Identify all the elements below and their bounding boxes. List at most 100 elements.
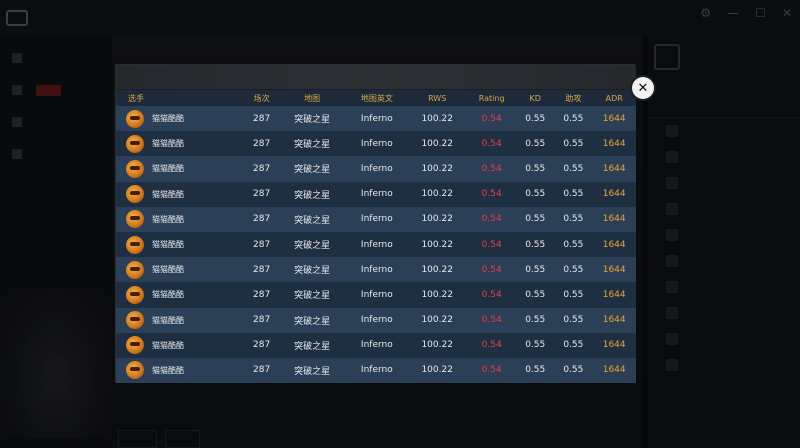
cell-map-en: Inferno: [346, 357, 408, 384]
cell-adr: 1644: [592, 307, 636, 333]
cell-player[interactable]: 猫猫酷酷: [116, 332, 246, 358]
cell-matches: 287: [245, 231, 278, 258]
col-header-player[interactable]: 选手: [116, 90, 246, 106]
cell-player[interactable]: 猫猫酷酷: [116, 282, 246, 308]
col-header-map[interactable]: 地图: [277, 90, 347, 106]
cell-rating: 0.54: [467, 131, 517, 157]
cell-adr: 1644: [592, 156, 636, 182]
table-row[interactable]: 猫猫酷酷 287 突破之星 Inferno 100.22 0.54 0.55 0.55 1644: [116, 307, 636, 333]
table-header-row: 选手 场次 地图 地图英文 RWS Rating KD 助攻 ADR: [116, 90, 636, 106]
cell-kd: 0.55: [516, 106, 555, 132]
table-row[interactable]: 猫猫酷酷 287 突破之星 Inferno 100.22 0.54 0.55 0.55 1644: [116, 206, 636, 232]
cell-player[interactable]: 猫猫酷酷: [116, 206, 246, 232]
table-row[interactable]: 猫猫酷酷 287 突破之星 Inferno 100.22 0.54 0.55 0.55 1644: [116, 257, 636, 283]
cell-rws: 100.22: [407, 206, 468, 232]
table-row[interactable]: 猫猫酷酷 287 突破之星 Inferno 100.22 0.54 0.55 0.55 1644: [116, 231, 636, 258]
table-row[interactable]: 猫猫酷酷 287 突破之星 Inferno 100.22 0.54 0.55 0.55 1644: [116, 106, 636, 132]
cell-map: 突破之星: [277, 106, 347, 132]
cell-player[interactable]: 猫猫酷酷: [116, 307, 246, 333]
col-header-assist[interactable]: 助攻: [554, 90, 593, 106]
cell-rws: 100.22: [407, 231, 468, 258]
player-name[interactable]: 猫猫酷酷: [152, 289, 184, 300]
col-header-rating[interactable]: Rating: [467, 90, 517, 106]
col-header-kd[interactable]: KD: [516, 90, 555, 106]
player-name[interactable]: 猫猫酷酷: [152, 138, 184, 149]
cell-matches: 287: [245, 307, 278, 333]
player-name[interactable]: 猫猫酷酷: [152, 239, 184, 250]
cell-map: 突破之星: [277, 181, 347, 207]
cell-rws: 100.22: [407, 131, 468, 157]
cell-assist: 0.55: [554, 357, 593, 384]
cell-kd: 0.55: [516, 181, 555, 207]
cell-rating: 0.54: [467, 231, 517, 258]
cell-player[interactable]: 猫猫酷酷: [116, 257, 246, 283]
stats-modal: 选手 场次 地图 地图英文 RWS Rating KD 助攻 ADR 猫猫酷酷 2…: [115, 64, 636, 384]
player-avatar-icon[interactable]: [126, 260, 144, 279]
cell-assist: 0.55: [554, 131, 593, 157]
cell-rating: 0.54: [467, 181, 517, 207]
player-avatar-icon[interactable]: [126, 185, 144, 204]
table-row[interactable]: 猫猫酷酷 287 突破之星 Inferno 100.22 0.54 0.55 0.55 1644: [116, 131, 636, 157]
cell-player[interactable]: 猫猫酷酷: [116, 231, 246, 258]
player-name[interactable]: 猫猫酷酷: [152, 163, 184, 174]
cell-assist: 0.55: [554, 206, 593, 232]
cell-adr: 1644: [592, 231, 636, 258]
player-avatar-icon[interactable]: [126, 361, 144, 380]
player-avatar-icon[interactable]: [126, 336, 144, 355]
cell-map-en: Inferno: [346, 332, 408, 358]
cell-map-en: Inferno: [346, 257, 408, 283]
cell-player[interactable]: 猫猫酷酷: [116, 106, 246, 132]
cell-map: 突破之星: [277, 257, 347, 283]
table-row[interactable]: 猫猫酷酷 287 突破之星 Inferno 100.22 0.54 0.55 0.55 1644: [116, 357, 636, 384]
table-row[interactable]: 猫猫酷酷 287 突破之星 Inferno 100.22 0.54 0.55 0.55 1644: [116, 332, 636, 358]
player-name[interactable]: 猫猫酷酷: [152, 340, 184, 351]
player-avatar-icon[interactable]: [126, 159, 144, 178]
stats-table-body: 猫猫酷酷 287 突破之星 Inferno 100.22 0.54 0.55 0.55 1644…: [116, 106, 636, 384]
player-name[interactable]: 猫猫酷酷: [152, 365, 184, 376]
player-name[interactable]: 猫猫酷酷: [152, 315, 184, 326]
col-header-rws[interactable]: RWS: [407, 90, 468, 106]
col-header-adr[interactable]: ADR: [592, 90, 636, 106]
table-row[interactable]: 猫猫酷酷 287 突破之星 Inferno 100.22 0.54 0.55 0.55 1644: [116, 282, 636, 308]
player-name[interactable]: 猫猫酷酷: [152, 264, 184, 275]
cell-rws: 100.22: [407, 181, 468, 207]
cell-rws: 100.22: [407, 257, 468, 283]
cell-rating: 0.54: [467, 307, 517, 333]
cell-map-en: Inferno: [346, 307, 408, 333]
cell-rating: 0.54: [467, 156, 517, 182]
cell-player[interactable]: 猫猫酷酷: [116, 181, 246, 207]
cell-player[interactable]: 猫猫酷酷: [116, 357, 246, 384]
cell-kd: 0.55: [516, 131, 555, 157]
cell-assist: 0.55: [554, 106, 593, 132]
cell-map: 突破之星: [277, 206, 347, 232]
cell-assist: 0.55: [554, 257, 593, 283]
col-header-map-en[interactable]: 地图英文: [346, 90, 408, 106]
cell-rws: 100.22: [407, 106, 468, 132]
cell-adr: 1644: [592, 282, 636, 308]
cell-map-en: Inferno: [346, 106, 408, 132]
col-header-matches[interactable]: 场次: [245, 90, 278, 106]
player-avatar-icon[interactable]: [126, 285, 144, 304]
cell-player[interactable]: 猫猫酷酷: [116, 131, 246, 157]
cell-player[interactable]: 猫猫酷酷: [116, 156, 246, 182]
player-avatar-icon[interactable]: [126, 109, 144, 128]
cell-kd: 0.55: [516, 357, 555, 384]
cell-map-en: Inferno: [346, 156, 408, 182]
table-row[interactable]: 猫猫酷酷 287 突破之星 Inferno 100.22 0.54 0.55 0.55 1644: [116, 156, 636, 182]
cell-adr: 1644: [592, 131, 636, 157]
player-avatar-icon[interactable]: [126, 311, 144, 330]
player-avatar-icon[interactable]: [126, 210, 144, 229]
player-avatar-icon[interactable]: [126, 235, 144, 254]
player-name[interactable]: 猫猫酷酷: [152, 189, 184, 200]
cell-kd: 0.55: [516, 257, 555, 283]
cell-matches: 287: [245, 257, 278, 283]
close-modal-button[interactable]: ✕: [632, 77, 654, 99]
player-name[interactable]: 猫猫酷酷: [152, 214, 184, 225]
table-row[interactable]: 猫猫酷酷 287 突破之星 Inferno 100.22 0.54 0.55 0.55 1644: [116, 181, 636, 207]
cell-kd: 0.55: [516, 307, 555, 333]
cell-map: 突破之星: [277, 307, 347, 333]
player-name[interactable]: 猫猫酷酷: [152, 113, 184, 124]
cell-adr: 1644: [592, 357, 636, 384]
player-avatar-icon[interactable]: [126, 134, 144, 153]
cell-rws: 100.22: [407, 307, 468, 333]
